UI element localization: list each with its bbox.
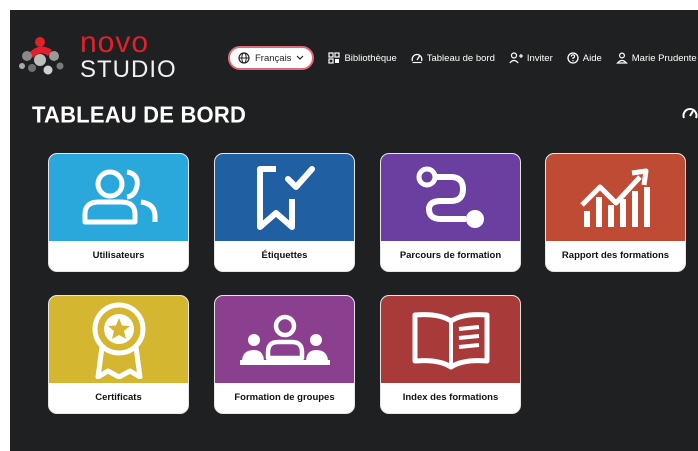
tile-users[interactable]: Utilisateurs <box>48 153 189 272</box>
tile-certificates[interactable]: Certificats <box>48 295 189 414</box>
group-icon <box>239 314 330 365</box>
tile-training-index[interactable]: Index des formations <box>380 295 521 414</box>
nav-help-label: Aide <box>582 52 602 64</box>
tile-tags-label: Étiquettes <box>261 249 308 261</box>
logo-novo: novo <box>80 26 150 59</box>
app-window: novo STUDIO Français Bibliothèque Tablea… <box>10 10 698 451</box>
nav-invite[interactable]: Inviter <box>509 52 553 64</box>
logo-text: novo STUDIO <box>80 28 177 82</box>
chart-icon <box>579 168 650 227</box>
tile-learning-paths-label: Parcours de formation <box>399 249 502 261</box>
tile-reports[interactable]: Rapport des formations <box>545 153 686 272</box>
award-icon <box>92 302 145 379</box>
add-user-icon <box>509 52 523 64</box>
grid-icon <box>328 52 341 64</box>
tile-learning-paths-banner <box>381 154 520 241</box>
users-icon <box>82 169 157 224</box>
logo[interactable]: novo STUDIO <box>18 26 176 84</box>
tile-users-banner <box>49 154 188 241</box>
nav-help[interactable]: Aide <box>567 52 602 64</box>
tile-reports-banner <box>546 154 685 241</box>
language-label: Français <box>255 52 292 64</box>
nav-dashboard-label: Tableau de bord <box>426 52 495 64</box>
tile-users-label: Utilisateurs <box>92 249 145 261</box>
speedometer-icon[interactable] <box>682 106 698 122</box>
user-name: Marie Prudente <box>631 52 697 64</box>
user-icon <box>615 52 628 64</box>
tile-tags[interactable]: Étiquettes <box>214 153 355 272</box>
logo-mark-icon <box>19 37 64 75</box>
bookmark-check-icon <box>256 165 315 230</box>
nav-dashboard[interactable]: Tableau de bord <box>411 52 495 64</box>
tile-certificates-label: Certificats <box>95 391 142 403</box>
tile-training-index-banner <box>381 296 520 383</box>
user-menu[interactable]: Marie Prudente <box>615 52 698 64</box>
tile-learning-paths[interactable]: Parcours de formation <box>380 153 521 272</box>
tile-training-index-label: Index des formations <box>402 391 499 403</box>
tile-reports-label: Rapport des formations <box>561 249 670 261</box>
tile-group-training-banner <box>215 296 354 383</box>
tile-certificates-banner <box>49 296 188 383</box>
language-selector[interactable]: Français <box>228 46 315 70</box>
book-icon <box>412 311 489 369</box>
nav-library-label: Bibliothèque <box>344 52 397 64</box>
tile-group-training[interactable]: Formation de groupes <box>214 295 355 414</box>
route-icon <box>416 166 484 228</box>
tile-tags-banner <box>215 154 354 241</box>
tile-group-training-label: Formation de groupes <box>234 391 335 403</box>
help-icon <box>567 52 579 64</box>
nav-invite-label: Inviter <box>526 52 553 64</box>
page-title: TABLEAU DE BORD <box>32 101 247 128</box>
speedometer-icon <box>411 53 423 64</box>
top-nav: Français Bibliothèque Tableau de bord In… <box>228 46 698 70</box>
nav-library[interactable]: Bibliothèque <box>328 52 397 64</box>
globe-icon <box>238 52 250 64</box>
chevron-down-icon <box>297 55 304 60</box>
logo-studio: STUDIO <box>80 56 177 83</box>
